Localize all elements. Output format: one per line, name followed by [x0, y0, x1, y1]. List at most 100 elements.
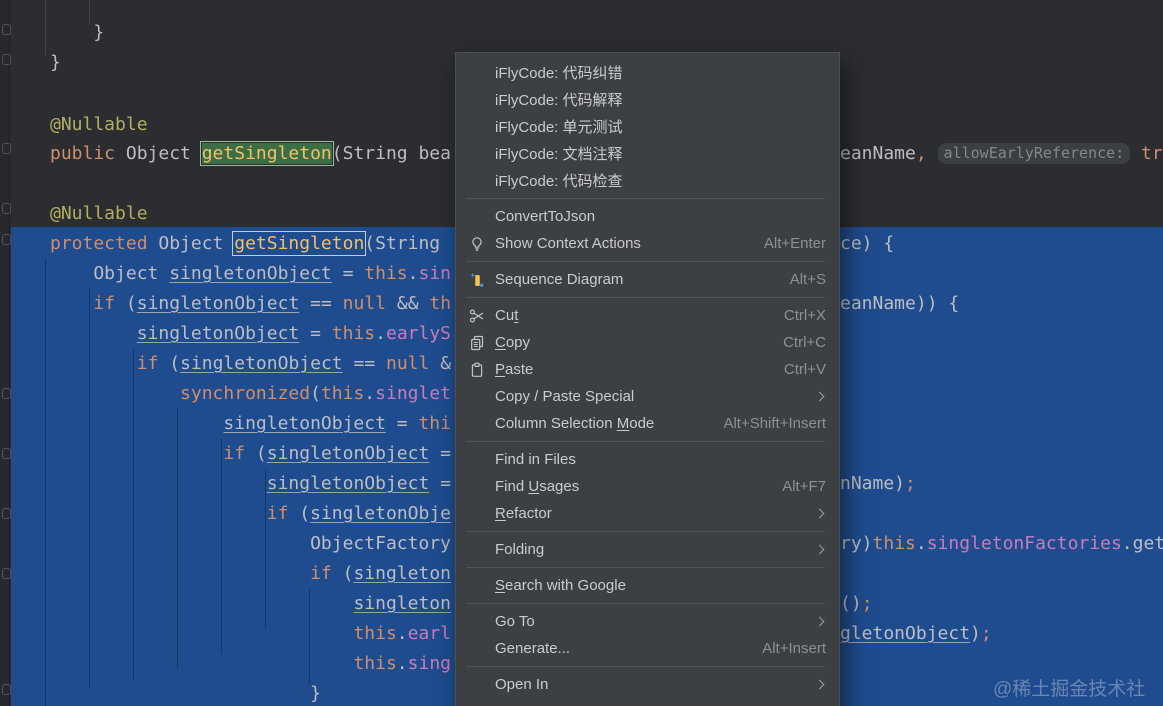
code-line-fragment: eanName)) { [840, 289, 959, 319]
code-line: singletonObject = [50, 469, 451, 499]
menu-item-find-usages[interactable]: Find UsagesAlt+F7 [456, 473, 839, 500]
code-line: if (singletonObject = [50, 439, 451, 469]
gutter-fold-marker-icon [2, 203, 11, 214]
menu-item-cut[interactable]: Cut Ctrl+X [456, 302, 839, 329]
menu-item-generate[interactable]: Generate...Alt+Insert [456, 635, 839, 662]
copy-icon [469, 335, 491, 351]
menu-item-convert-to-json[interactable]: ConvertToJson [456, 203, 839, 230]
menu-item-label: Go To [495, 613, 535, 630]
code-line: @Nullable [50, 110, 148, 140]
menu-separator [466, 666, 825, 667]
menu-item-go-to[interactable]: Go To [456, 608, 839, 635]
menu-separator [466, 297, 825, 298]
code-line: public Object getSingleton(String bea [50, 139, 451, 169]
menu-item-shortcut: Ctrl+C [783, 334, 826, 351]
menu-item-label: Cut [495, 307, 518, 324]
menu-item-iflycode-unittest[interactable]: iFlyCode: 单元测试 [456, 113, 839, 140]
code-right[interactable]: eanName, allowEarlyReference: true)ce) {… [840, 0, 1163, 706]
menu-item-label: Generate... [495, 640, 570, 657]
menu-icon-placeholder [469, 119, 491, 135]
gutter-fold-marker-icon [2, 568, 11, 579]
code-left[interactable]: }}@Nullablepublic Object getSingleton(St… [0, 0, 456, 706]
gutter-fold-marker-icon [2, 388, 11, 399]
submenu-arrow-icon [815, 509, 825, 519]
menu-item-sequence-diagram[interactable]: Sequence DiagramAlt+S [456, 266, 839, 293]
menu-item-column-selection-mode[interactable]: Column Selection ModeAlt+Shift+Insert [456, 410, 839, 437]
menu-item-label: Search with Google [495, 577, 626, 594]
menu-item-folding[interactable]: Folding [456, 536, 839, 563]
code-line-fragment: ry)this.singletonFactories.get [840, 529, 1163, 559]
menu-separator [466, 567, 825, 568]
menu-item-label: Refactor [495, 505, 552, 522]
menu-item-search-with-google[interactable]: Search with Google [456, 572, 839, 599]
watermark: @稀土掘金技术社区 [993, 674, 1163, 706]
submenu-arrow-icon [815, 392, 825, 402]
menu-icon-placeholder [469, 479, 491, 495]
gutter-fold-marker-icon [2, 54, 11, 65]
menu-icon-placeholder [469, 578, 491, 594]
submenu-arrow-icon [815, 680, 825, 690]
code-line-fragment: gletonObject); [840, 619, 992, 649]
menu-item-label: ConvertToJson [495, 208, 595, 225]
code-line: if (singletonObject == null && th [50, 289, 451, 319]
code-line-fragment: (); [840, 589, 873, 619]
menu-item-iflycode-correct[interactable]: iFlyCode: 代码纠错 [456, 59, 839, 86]
code-line: @Nullable [50, 199, 148, 229]
menu-item-shortcut: Alt+F7 [782, 478, 826, 495]
menu-item-open-in[interactable]: Open In [456, 671, 839, 698]
menu-item-refactor[interactable]: Refactor [456, 500, 839, 527]
gutter-fold-marker-icon [2, 684, 11, 695]
menu-icon-placeholder [469, 677, 491, 693]
menu-separator [466, 603, 825, 604]
gutter-fold-marker-icon [2, 448, 11, 459]
menu-item-label: iFlyCode: 代码检查 [495, 170, 623, 191]
menu-item-shortcut: Ctrl+X [784, 307, 826, 324]
menu-icon-placeholder [469, 92, 491, 108]
menu-separator [466, 198, 825, 199]
menu-item-label: Folding [495, 541, 544, 558]
menu-item-shortcut: Alt+Enter [764, 235, 826, 252]
ide-editor-screen: }}@Nullablepublic Object getSingleton(St… [0, 0, 1163, 706]
code-line-fragment: eanName, allowEarlyReference: true) [840, 139, 1163, 169]
lightbulb-icon [469, 236, 491, 252]
context-menu: iFlyCode: 代码纠错 iFlyCode: 代码解释 iFlyCode: 单元… [455, 52, 840, 706]
cut-icon [469, 308, 491, 324]
menu-icon-placeholder [469, 641, 491, 657]
menu-icon-placeholder [469, 389, 491, 405]
menu-item-label: iFlyCode: 代码纠错 [495, 62, 623, 83]
menu-item-iflycode-explain[interactable]: iFlyCode: 代码解释 [456, 86, 839, 113]
menu-item-find-in-files[interactable]: Find in Files [456, 446, 839, 473]
code-line: } [50, 18, 104, 48]
code-line: if (singleton [50, 559, 451, 589]
menu-separator [466, 531, 825, 532]
menu-item-iflycode-inspect[interactable]: iFlyCode: 代码检查 [456, 167, 839, 194]
code-line: singleton [50, 589, 451, 619]
code-line: singletonObject = this.earlyS [50, 319, 451, 349]
menu-separator [466, 261, 825, 262]
menu-item-label: iFlyCode: 文档注释 [495, 143, 623, 164]
menu-item-iflycode-doc[interactable]: iFlyCode: 文档注释 [456, 140, 839, 167]
gutter-fold-marker-icon [2, 508, 11, 519]
code-line: protected Object getSingleton(String [50, 229, 451, 259]
menu-icon-placeholder [469, 614, 491, 630]
editor-gutter[interactable] [0, 0, 10, 706]
menu-item-label: iFlyCode: 代码解释 [495, 89, 623, 110]
code-line: } [50, 48, 61, 78]
menu-item-show-context-actions[interactable]: Show Context ActionsAlt+Enter [456, 230, 839, 257]
menu-item-copy[interactable]: CopyCtrl+C [456, 329, 839, 356]
menu-icon-placeholder [469, 65, 491, 81]
gutter-fold-marker-icon [2, 24, 11, 35]
code-line: if (singletonObje [50, 499, 451, 529]
code-line: this.earl [50, 619, 451, 649]
menu-icon-placeholder [469, 542, 491, 558]
menu-item-paste[interactable]: PasteCtrl+V [456, 356, 839, 383]
menu-item-label: Copy / Paste Special [495, 388, 634, 405]
menu-item-label: Find in Files [495, 451, 576, 468]
menu-item-copy-paste-special[interactable]: Copy / Paste Special [456, 383, 839, 410]
paste-icon [469, 362, 491, 378]
menu-item-shortcut: Ctrl+V [784, 361, 826, 378]
sequence-diagram-icon [469, 272, 491, 288]
menu-item-shortcut: Alt+Shift+Insert [723, 415, 826, 432]
code-line: if (singletonObject == null & [50, 349, 451, 379]
code-line: } [50, 679, 321, 706]
